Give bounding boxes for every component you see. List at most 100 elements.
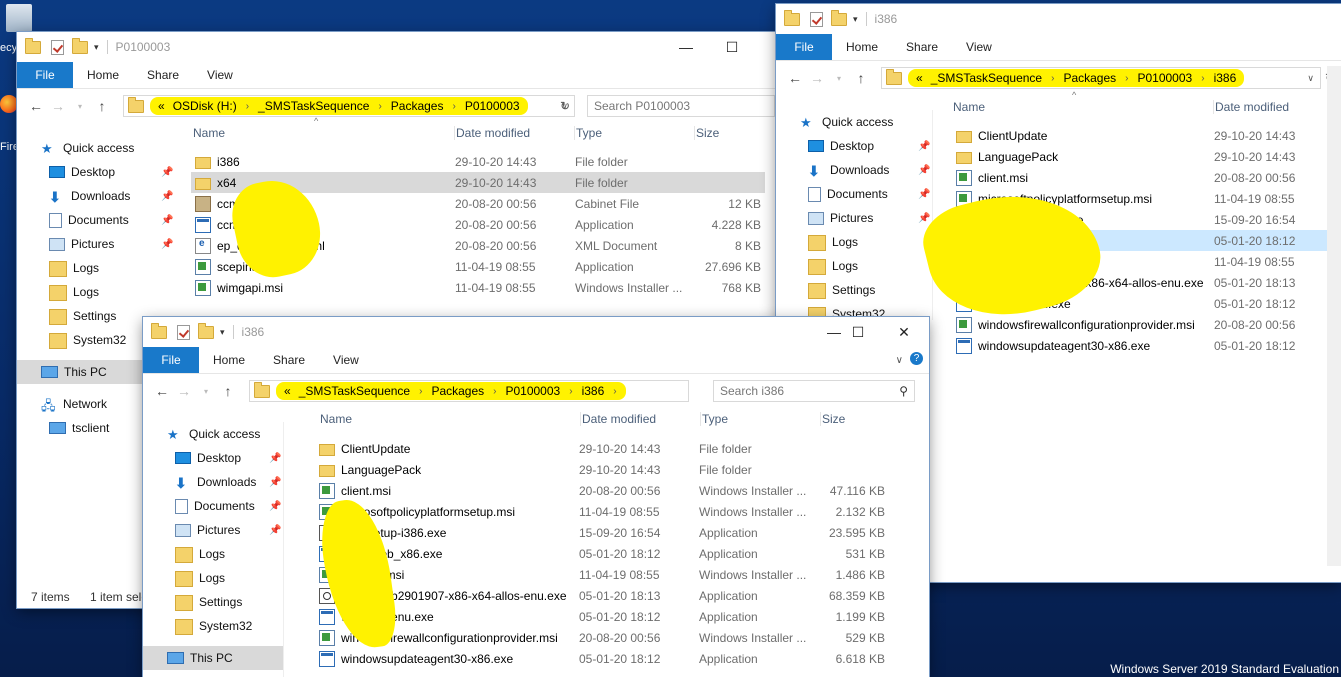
file-row[interactable]: msrdcoob_x86.exe 05-01-20 18:12 Applicatio…: [319, 543, 909, 564]
breadcrumb-chevron-icon[interactable]: ›: [1120, 73, 1133, 84]
file-row[interactable]: windowsfirewallconfigurationprovider.msi…: [952, 314, 1341, 335]
nav-downloads[interactable]: ⬇ Downloads 📌: [17, 184, 187, 208]
tab-home[interactable]: Home: [832, 34, 892, 60]
forward-arrow-icon[interactable]: →: [47, 98, 69, 114]
address-bar[interactable]: « _SMSTaskSequence › Packages › P0100003 › …: [881, 67, 1321, 89]
pin-icon[interactable]: 📌: [269, 477, 281, 488]
file-row[interactable]: windowsupdateagent30-x86.exe 05-01-20 18:…: [952, 335, 1341, 356]
file-row[interactable]: ClientUpdate29-10-20 14:43F: [952, 125, 1341, 146]
breadcrumb-item[interactable]: P0100003: [1133, 71, 1196, 85]
minimize-icon[interactable]: —: [663, 32, 709, 62]
file-name[interactable]: LanguagePack: [319, 459, 421, 480]
nav-logs[interactable]: Logs: [17, 256, 187, 280]
up-arrow-icon[interactable]: ↑: [217, 383, 239, 399]
tab-share[interactable]: Share: [259, 347, 319, 373]
up-arrow-icon[interactable]: ↑: [91, 98, 113, 114]
breadcrumb-item[interactable]: _SMSTaskSequence: [295, 384, 414, 398]
breadcrumb-overflow[interactable]: «: [154, 99, 169, 113]
up-arrow-icon[interactable]: ↑: [850, 70, 872, 86]
properties-icon[interactable]: [810, 11, 823, 27]
pin-icon[interactable]: 📌: [269, 501, 281, 512]
tab-file[interactable]: File: [143, 347, 199, 373]
nav-logs[interactable]: Logs: [17, 280, 187, 304]
quick-access-toolbar-dropdown-icon[interactable]: ▾: [220, 327, 225, 338]
nav-pictures[interactable]: Pictures 📌: [776, 206, 932, 230]
column-date[interactable]: Date modified: [580, 412, 656, 426]
breadcrumb-item[interactable]: i386: [578, 384, 609, 398]
tab-file[interactable]: File: [17, 62, 73, 88]
title-bar[interactable]: ▾ i386 — ☐ ✕: [143, 317, 929, 347]
breadcrumb-chevron-icon[interactable]: ›: [488, 386, 501, 397]
quick-access-toolbar-dropdown-icon[interactable]: ▾: [853, 14, 858, 25]
nav-logs[interactable]: Logs: [143, 542, 283, 566]
nav-downloads[interactable]: ⬇ Downloads 📌: [143, 470, 283, 494]
file-name[interactable]: LanguagePack: [956, 146, 1058, 167]
breadcrumb-item[interactable]: i386: [1210, 71, 1241, 85]
tab-home[interactable]: Home: [73, 62, 133, 88]
breadcrumb-chevron-icon[interactable]: ›: [373, 101, 386, 112]
column-date[interactable]: Date modified: [454, 126, 530, 140]
file-row[interactable]: windowsfirewallconfigurationprovider.msi…: [319, 627, 909, 648]
breadcrumb-item[interactable]: _SMSTaskSequence: [254, 99, 373, 113]
nav-quick-access[interactable]: ★ Quick access: [17, 136, 187, 160]
nav-desktop[interactable]: Desktop 📌: [776, 134, 932, 158]
tab-view[interactable]: View: [193, 62, 247, 88]
nav-settings[interactable]: Settings: [776, 278, 932, 302]
file-row[interactable]: ClientUpdate 29-10-20 14:43 File folder: [319, 438, 909, 459]
ribbon-expand-chevron-icon[interactable]: ∨: [896, 355, 903, 366]
nav-documents[interactable]: Documents 📌: [143, 494, 283, 518]
breadcrumb-item[interactable]: P0100003: [461, 99, 524, 113]
nav-documents[interactable]: Documents 📌: [776, 182, 932, 206]
file-row[interactable]: LanguagePack 29-10-20 14:43 File folder: [319, 459, 909, 480]
breadcrumb-overflow[interactable]: «: [912, 71, 927, 85]
properties-icon[interactable]: [177, 324, 190, 340]
tab-view[interactable]: View: [952, 34, 1006, 60]
nav-logs[interactable]: Logs: [143, 566, 283, 590]
recent-chevron-icon[interactable]: ▾: [828, 74, 850, 83]
column-name[interactable]: Name: [320, 412, 352, 426]
file-name[interactable]: windowsupdateagent30-x86.exe: [319, 648, 513, 669]
address-bar[interactable]: « _SMSTaskSequence › Packages › P0100003 › …: [249, 380, 689, 402]
search-input[interactable]: Search i386 ⚲: [713, 380, 915, 402]
pin-icon[interactable]: 📌: [161, 239, 173, 250]
pin-icon[interactable]: 📌: [918, 141, 930, 152]
properties-icon[interactable]: [51, 39, 64, 55]
column-type[interactable]: Type: [700, 412, 728, 426]
back-arrow-icon[interactable]: ←: [151, 383, 173, 399]
breadcrumb-chevron-icon[interactable]: ›: [447, 101, 460, 112]
file-name[interactable]: windowsupdateagent30-x86.exe: [956, 335, 1150, 356]
nav-pictures[interactable]: Pictures 📌: [143, 518, 283, 542]
nav-this-pc[interactable]: This PC: [143, 646, 283, 670]
explorer-window-i386-front[interactable]: ▾ i386 — ☐ ✕ File Home Share View ∨ ? ← …: [143, 317, 929, 677]
tab-share[interactable]: Share: [892, 34, 952, 60]
column-name[interactable]: Name: [953, 100, 985, 114]
nav-desktop[interactable]: Desktop 📌: [143, 446, 283, 470]
tab-share[interactable]: Share: [133, 62, 193, 88]
search-input[interactable]: Search P0100003: [587, 95, 775, 117]
breadcrumb-chevron-icon[interactable]: ›: [414, 386, 427, 397]
breadcrumb-chevron-icon[interactable]: ›: [608, 386, 621, 397]
file-row[interactable]: client.msi 20-08-20 00:56 Windows Installe…: [319, 480, 909, 501]
file-name[interactable]: x64: [195, 172, 236, 193]
pin-icon[interactable]: 📌: [161, 191, 173, 202]
nav-system32[interactable]: System32: [143, 614, 283, 638]
column-date[interactable]: Date modified: [1213, 100, 1289, 114]
breadcrumb-item[interactable]: Packages: [427, 384, 488, 398]
pin-icon[interactable]: 📌: [918, 213, 930, 224]
address-dropdown-icon[interactable]: ∨: [1307, 73, 1314, 84]
file-row[interactable]: client.msi20-08-20 00:56W: [952, 167, 1341, 188]
file-row[interactable]: i386 29-10-20 14:43 File folder: [191, 151, 765, 172]
file-name[interactable]: client.msi: [956, 167, 1028, 188]
search-icon[interactable]: ⚲: [899, 384, 908, 398]
breadcrumb-item[interactable]: _SMSTaskSequence: [927, 71, 1046, 85]
nav-desktop[interactable]: Desktop 📌: [17, 160, 187, 184]
file-name[interactable]: windowsfirewallconfigurationprovider.msi: [956, 314, 1195, 335]
address-bar[interactable]: « OSDisk (H:) › _SMSTaskSequence › Package…: [123, 95, 575, 117]
nav-logs[interactable]: Logs: [776, 230, 932, 254]
pin-icon[interactable]: 📌: [161, 215, 173, 226]
title-bar[interactable]: ▾ i386: [776, 4, 1341, 34]
file-row[interactable]: mmasetup-i386.exe 15-09-20 16:54 Applicati…: [319, 522, 909, 543]
pin-icon[interactable]: 📌: [161, 167, 173, 178]
breadcrumb-chevron-icon[interactable]: ›: [1046, 73, 1059, 84]
nav-logs[interactable]: Logs: [776, 254, 932, 278]
